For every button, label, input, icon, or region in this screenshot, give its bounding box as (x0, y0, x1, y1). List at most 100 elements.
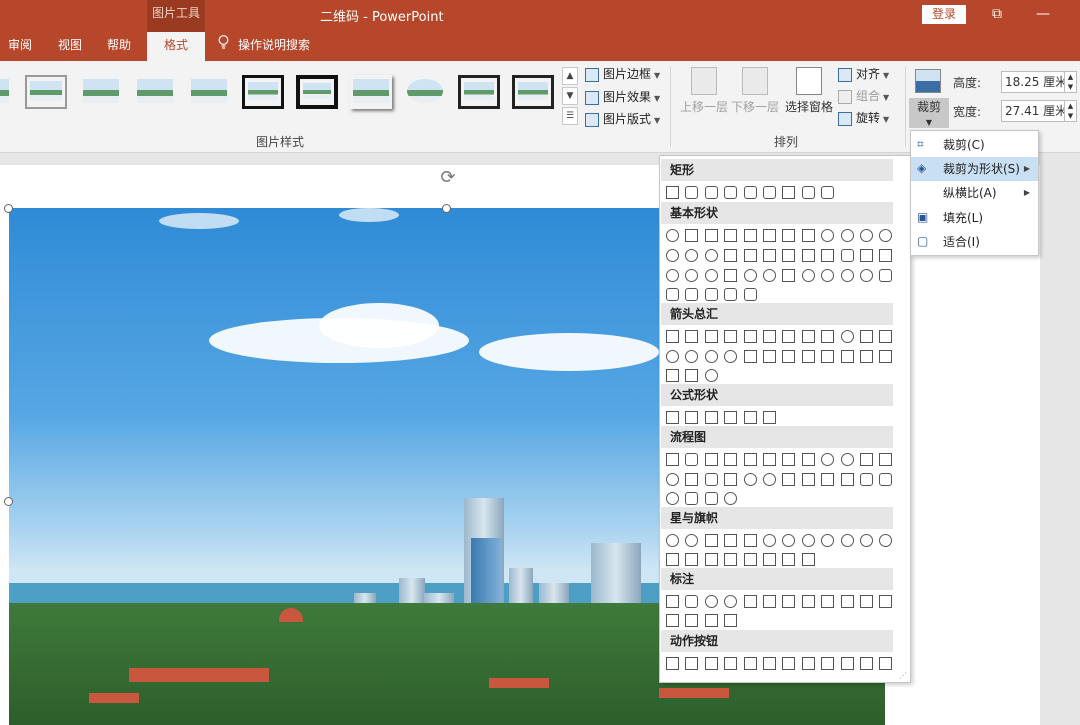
shape-line-callout-4[interactable] (799, 592, 818, 610)
shape-flowchart-data[interactable] (721, 450, 740, 468)
shape-division[interactable] (721, 408, 740, 426)
action-movie-button-icon[interactable] (799, 654, 818, 672)
picture-style-thumb[interactable] (25, 75, 67, 109)
shape-ribbon-up[interactable] (663, 550, 682, 568)
shape-decagon[interactable] (857, 226, 876, 244)
shape-flowchart-punched-tape[interactable] (721, 470, 740, 488)
shape-line-callout-8[interactable] (876, 592, 895, 610)
shape-flowchart-alternate-process[interactable] (682, 450, 701, 468)
picture-style-thumb[interactable] (188, 75, 230, 109)
shape-snip-rectangle[interactable] (702, 183, 721, 201)
shape-flowchart-document[interactable] (779, 450, 798, 468)
gallery-up-icon[interactable]: ▲ (562, 67, 578, 85)
shape-ribbon-down[interactable] (682, 550, 701, 568)
shape-line-callout-10[interactable] (682, 611, 701, 629)
shape-line-callout-3[interactable] (779, 592, 798, 610)
shape-down-arrow[interactable] (721, 327, 740, 345)
shape-line-callout-11[interactable] (702, 611, 721, 629)
shape-up-down-arrow[interactable] (760, 327, 779, 345)
shape-flowchart-summing-junction[interactable] (741, 470, 760, 488)
picture-style-thumb[interactable] (512, 75, 554, 109)
picture-effects-button[interactable]: 图片效果 ▼ (585, 87, 660, 107)
tab-view[interactable]: 视图 (48, 32, 92, 61)
shape-striped-right-arrow[interactable] (741, 347, 760, 365)
shape-right-arrow[interactable] (663, 327, 682, 345)
shape-curved-ribbon-down[interactable] (721, 550, 740, 568)
shape-line-callout-1[interactable] (741, 592, 760, 610)
shape-diagonal-stripe[interactable] (779, 246, 798, 264)
rotate-button[interactable]: 旋转 ▼ (838, 108, 889, 128)
shape-flowchart-decision[interactable] (702, 450, 721, 468)
shape-frame[interactable] (721, 246, 740, 264)
shape-flowchart-collate[interactable] (779, 470, 798, 488)
rotate-handle-icon[interactable]: ⟳ (437, 167, 459, 189)
shape-block-arc[interactable] (702, 266, 721, 284)
shape-flowchart-stored-data[interactable] (857, 470, 876, 488)
shape-left-arrow-callout[interactable] (857, 347, 876, 365)
shape-double-bracket[interactable] (876, 266, 895, 284)
shape-star-32[interactable] (876, 531, 895, 549)
shape-curved-up-arrow[interactable] (702, 347, 721, 365)
shape-rectangle[interactable] (779, 183, 798, 201)
shape-line-callout-2[interactable] (760, 592, 779, 610)
shape-rounded-rectangle[interactable] (682, 183, 701, 201)
action-document-button-icon[interactable] (818, 654, 837, 672)
shape-oval[interactable] (663, 226, 682, 244)
shape-star-5[interactable] (721, 531, 740, 549)
shape-cloud-callout[interactable] (721, 592, 740, 610)
shape-flowchart-terminator[interactable] (818, 450, 837, 468)
shape-star-24[interactable] (857, 531, 876, 549)
shape-teardrop[interactable] (702, 246, 721, 264)
login-button[interactable]: 登录 (922, 5, 966, 24)
shape-flowchart-card[interactable] (702, 470, 721, 488)
width-input[interactable]: 27.41 厘米 (1001, 100, 1065, 122)
shape-cross[interactable] (799, 246, 818, 264)
shape-flowchart-magnetic-disk[interactable] (682, 489, 701, 507)
minimize-icon[interactable]: — (1033, 4, 1053, 24)
shape-circular-arrow[interactable] (702, 366, 721, 384)
vertical-scrollbar[interactable] (1040, 153, 1080, 725)
crop-button[interactable]: 裁剪 ▼ (909, 98, 949, 128)
action-back-button-icon[interactable] (663, 654, 682, 672)
shape-pie[interactable] (663, 246, 682, 264)
shape-chevron[interactable] (799, 347, 818, 365)
shape-cloud[interactable] (838, 266, 857, 284)
resize-handle-top-left[interactable] (4, 204, 13, 213)
gallery-down-icon[interactable]: ▼ (562, 87, 578, 105)
action-help-button-icon[interactable] (857, 654, 876, 672)
bring-forward-button[interactable]: 上移一层 (678, 67, 730, 115)
shape-donut[interactable] (663, 266, 682, 284)
shape-flowchart-internal-storage[interactable] (760, 450, 779, 468)
resize-handle-top[interactable] (442, 204, 451, 213)
shape-minus[interactable] (682, 408, 701, 426)
picture-style-thumb[interactable] (134, 75, 176, 109)
shape-bent-up-arrow[interactable] (876, 327, 895, 345)
shape-smiley-face[interactable] (741, 266, 760, 284)
picture-style-thumb[interactable] (458, 75, 500, 109)
shape-trapezoid[interactable] (741, 226, 760, 244)
shape-rounded-callout[interactable] (682, 592, 701, 610)
shape-moon[interactable] (818, 266, 837, 284)
shape-heptagon[interactable] (818, 226, 837, 244)
shape-plus[interactable] (663, 408, 682, 426)
shape-line-callout-12[interactable] (721, 611, 740, 629)
tab-format[interactable]: 格式 (147, 32, 205, 61)
action-end-button-icon[interactable] (721, 654, 740, 672)
shape-pentagon[interactable] (779, 226, 798, 244)
shape-parallelogram[interactable] (721, 226, 740, 244)
ribbon-display-options-icon[interactable]: ⧉ (987, 4, 1007, 24)
shape-right-bracket[interactable] (702, 285, 721, 303)
tell-me-search[interactable]: 操作说明搜索 (218, 32, 310, 61)
action-information-button-icon[interactable] (760, 654, 779, 672)
shape-triangle[interactable] (682, 226, 701, 244)
shape-left-brace[interactable] (721, 285, 740, 303)
shape-flowchart-process[interactable] (663, 450, 682, 468)
send-backward-button[interactable]: 下移一层 (729, 67, 781, 115)
shape-plaque[interactable] (818, 246, 837, 264)
menu-item-crop-to-shape[interactable]: ◈ 裁剪为形状(S) ▶ (911, 157, 1038, 181)
shape-octagon[interactable] (838, 226, 857, 244)
shape-rectangular-callout[interactable] (663, 592, 682, 610)
picture-style-thumb[interactable] (296, 75, 338, 109)
shape-star-7[interactable] (760, 531, 779, 549)
shape-left-right-arrow-callout[interactable] (663, 366, 682, 384)
